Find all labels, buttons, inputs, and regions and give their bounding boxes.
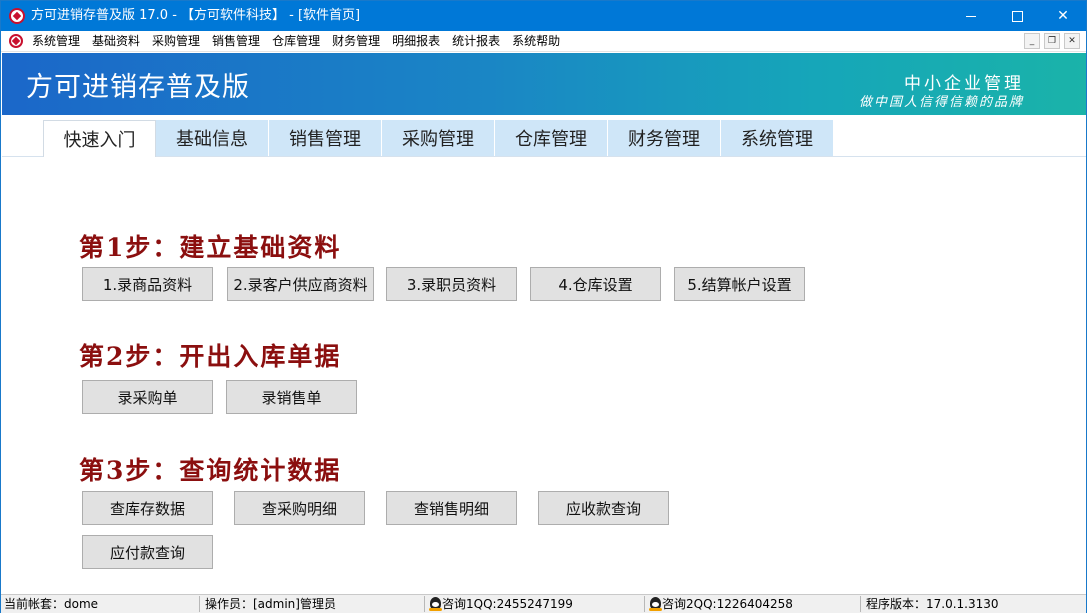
status-qq1-text: 咨询1QQ:2455247199 <box>442 597 573 611</box>
mdi-minimize-button[interactable]: _ <box>1024 33 1040 49</box>
tab-finance[interactable]: 财务管理 <box>608 120 721 156</box>
step1-title: 第1步：建立基础资料 <box>79 233 342 262</box>
status-account: 当前帐套：dome <box>4 597 99 611</box>
qq-icon <box>429 597 442 611</box>
tab-purchase[interactable]: 采购管理 <box>382 120 495 156</box>
step2-title: 第2步：开出入库单据 <box>79 342 342 371</box>
staff-entry-button[interactable]: 3.录职员资料 <box>386 267 517 301</box>
banner: 方可进销存普及版 中小企业管理 做中国人信得信赖的品牌 <box>2 53 1086 115</box>
tab-basic-info[interactable]: 基础信息 <box>156 120 269 156</box>
menu-bar: 系统管理 基础资料 采购管理 销售管理 仓库管理 财务管理 明细报表 统计报表 … <box>1 31 1086 52</box>
window-title: 方可进销存普及版 17.0 - 【方可软件科技】 - [软件首页] <box>31 8 361 23</box>
close-button[interactable]: ✕ <box>1040 1 1086 31</box>
quick-start-panel: 第1步：建立基础资料 1.录商品资料 2.录客户供应商资料 3.录职员资料 4.… <box>2 158 1086 594</box>
mdi-close-button[interactable]: ✕ <box>1064 33 1080 49</box>
settlement-account-button[interactable]: 5.结算帐户设置 <box>674 267 805 301</box>
sales-detail-button[interactable]: 查销售明细 <box>386 491 517 525</box>
banner-subslogan: 做中国人信得信赖的品牌 <box>858 95 1024 110</box>
menu-sales[interactable]: 销售管理 <box>212 33 266 50</box>
tab-sales[interactable]: 销售管理 <box>269 120 382 156</box>
status-separator <box>860 596 861 612</box>
tab-system[interactable]: 系统管理 <box>721 120 834 156</box>
product-entry-button[interactable]: 1.录商品资料 <box>82 267 213 301</box>
banner-title: 方可进销存普及版 <box>26 72 250 103</box>
purchase-detail-button[interactable]: 查采购明细 <box>234 491 365 525</box>
status-version: 程序版本：17.0.1.3130 <box>866 597 999 611</box>
qq-icon <box>649 597 662 611</box>
menu-basic-data[interactable]: 基础资料 <box>92 33 146 50</box>
status-bar: 当前帐套：dome 操作员：[admin]管理员 咨询1QQ:245524719… <box>1 594 1086 613</box>
mdi-controls: _ ❐ ✕ <box>1024 33 1080 49</box>
status-operator: 操作员：[admin]管理员 <box>205 597 336 611</box>
app-logo-icon[interactable] <box>9 8 25 24</box>
menu-system[interactable]: 系统管理 <box>32 33 86 50</box>
status-separator <box>199 596 200 612</box>
tab-quick-start[interactable]: 快速入门 <box>43 120 156 157</box>
warehouse-setup-button[interactable]: 4.仓库设置 <box>530 267 661 301</box>
module-tabs: 快速入门 基础信息 销售管理 采购管理 仓库管理 财务管理 系统管理 <box>2 115 1086 157</box>
menu-purchase[interactable]: 采购管理 <box>152 33 206 50</box>
mdi-logo-icon[interactable] <box>9 34 23 48</box>
menu-warehouse[interactable]: 仓库管理 <box>272 33 326 50</box>
status-separator <box>424 596 425 612</box>
status-separator <box>644 596 645 612</box>
inventory-query-button[interactable]: 查库存数据 <box>82 491 213 525</box>
payable-query-button[interactable]: 应付款查询 <box>82 535 213 569</box>
menu-help[interactable]: 系统帮助 <box>512 33 566 50</box>
menu-detail-report[interactable]: 明细报表 <box>392 33 446 50</box>
maximize-button[interactable] <box>994 1 1040 31</box>
tab-warehouse[interactable]: 仓库管理 <box>495 120 608 156</box>
status-qq1[interactable]: 咨询1QQ:2455247199 <box>429 597 573 612</box>
status-qq2[interactable]: 咨询2QQ:1226404258 <box>649 597 793 612</box>
menu-stat-report[interactable]: 统计报表 <box>452 33 506 50</box>
title-bar: 方可进销存普及版 17.0 - 【方可软件科技】 - [软件首页] ✕ <box>1 1 1086 31</box>
menu-finance[interactable]: 财务管理 <box>332 33 386 50</box>
minimize-button[interactable] <box>948 1 994 31</box>
customer-supplier-entry-button[interactable]: 2.录客户供应商资料 <box>227 267 374 301</box>
menu-items: 系统管理 基础资料 采购管理 销售管理 仓库管理 财务管理 明细报表 统计报表 … <box>32 33 572 50</box>
mdi-restore-button[interactable]: ❐ <box>1044 33 1060 49</box>
receivable-query-button[interactable]: 应收款查询 <box>538 491 669 525</box>
purchase-order-button[interactable]: 录采购单 <box>82 380 213 414</box>
app-window: 方可进销存普及版 17.0 - 【方可软件科技】 - [软件首页] ✕ 系统管理… <box>0 0 1087 613</box>
status-qq2-text: 咨询2QQ:1226404258 <box>662 597 793 611</box>
sales-order-button[interactable]: 录销售单 <box>226 380 357 414</box>
step3-title: 第3步：查询统计数据 <box>79 456 342 485</box>
